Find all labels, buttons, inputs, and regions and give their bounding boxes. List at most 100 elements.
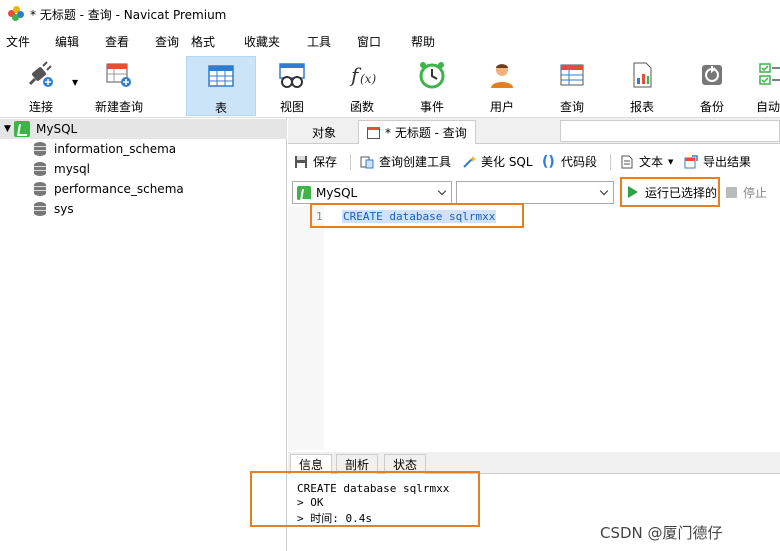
view-icon	[277, 60, 307, 90]
database-icon	[34, 202, 46, 216]
new-query-button[interactable]: 新建查询	[88, 56, 150, 116]
tree-item-label: information_schema	[54, 142, 177, 156]
beautify-sql-label: 美化 SQL	[481, 155, 533, 169]
tab-query[interactable]: * 无标题 - 查询	[358, 120, 476, 144]
query-tab-icon	[367, 126, 380, 139]
export-results-button[interactable]: 导出结果	[684, 153, 751, 170]
tree-item-label: sys	[54, 202, 74, 216]
function-button[interactable]: f (x) 函数	[332, 56, 392, 116]
new-query-label: 新建查询	[94, 100, 143, 114]
chevron-down-icon[interactable]: ▼	[72, 78, 78, 87]
report-icon	[627, 60, 657, 90]
output-line: > OK	[297, 496, 324, 509]
document-tabs: 对象 * 无标题 - 查询	[288, 118, 780, 144]
title-bar: * 无标题 - 查询 - Navicat Premium	[0, 0, 780, 28]
menu-query[interactable]: 查询	[155, 33, 179, 50]
connection-select-value: MySQL	[316, 185, 358, 200]
backup-button[interactable]: 备份	[682, 56, 742, 116]
event-button[interactable]: 事件	[402, 56, 462, 116]
tab-search-input[interactable]	[560, 120, 780, 142]
text-label: 文本	[639, 155, 664, 169]
stop-button[interactable]: 停止	[726, 184, 767, 201]
database-icon	[34, 162, 46, 176]
save-icon	[294, 155, 308, 169]
connect-label: 连接	[28, 100, 53, 114]
query-label: 查询	[559, 100, 584, 114]
event-label: 事件	[419, 100, 444, 114]
tree-item-mysql-db[interactable]: mysql	[0, 159, 287, 179]
query-toolbar: 保存 查询创建工具 美化 SQL () 代码段 文本 ▼ 导出结果	[288, 148, 780, 176]
query-builder-button[interactable]: 查询创建工具	[360, 153, 451, 170]
user-icon	[487, 60, 517, 90]
output-line: > 时间: 0.4s	[297, 512, 372, 525]
tab-objects[interactable]: 对象	[304, 120, 344, 144]
view-button[interactable]: 视图	[262, 56, 322, 116]
menu-tools[interactable]: 工具	[307, 33, 331, 50]
database-icon	[34, 182, 46, 196]
export-icon	[684, 154, 698, 169]
code-snippet-button[interactable]: () 代码段	[542, 153, 597, 170]
tree-item-performance-schema[interactable]: performance_schema	[0, 179, 287, 199]
watermark: CSDN @厦门德仔	[600, 524, 723, 542]
tree-item-mysql[interactable]: ▼ MySQL	[0, 119, 287, 139]
sql-editor[interactable]: 1 CREATE database sqlrmxx	[288, 203, 780, 450]
tree-item-label: mysql	[54, 162, 90, 176]
menu-view[interactable]: 查看	[105, 33, 129, 50]
function-label: 函数	[349, 100, 374, 114]
tree-item-information-schema[interactable]: information_schema	[0, 139, 287, 159]
toolbar-divider	[610, 154, 611, 170]
menu-help[interactable]: 帮助	[411, 33, 435, 50]
menu-format[interactable]: 格式	[191, 33, 215, 50]
query-builder-label: 查询创建工具	[379, 155, 452, 169]
main-toolbar: 连接 ▼ 新建查询 表 视图 f (x) 函数 事件 用户 查询 报表 备份 自…	[0, 54, 780, 118]
mysql-connection-icon	[14, 121, 30, 137]
connect-button[interactable]: 连接	[10, 56, 72, 116]
automation-button[interactable]: 自动	[748, 56, 780, 116]
save-button[interactable]: 保存	[294, 153, 337, 170]
table-label: 表	[214, 101, 227, 115]
menu-favorites[interactable]: 收藏夹	[244, 33, 280, 50]
backup-label: 备份	[699, 100, 724, 114]
table-button[interactable]: 表	[186, 56, 256, 116]
function-icon: f (x)	[347, 60, 377, 90]
menu-file[interactable]: 文件	[6, 33, 30, 50]
menu-edit[interactable]: 编辑	[55, 33, 79, 50]
window-title: * 无标题 - 查询 - Navicat Premium	[30, 7, 227, 22]
tree-item-label: performance_schema	[54, 182, 184, 196]
beautify-sql-button[interactable]: 美化 SQL	[462, 153, 533, 170]
backup-icon	[697, 60, 727, 90]
database-select[interactable]	[456, 181, 614, 204]
collapse-icon[interactable]: ▼	[4, 124, 14, 134]
tree-item-sys[interactable]: sys	[0, 199, 287, 219]
plug-icon	[26, 60, 56, 90]
connection-tree: ▼ MySQL information_schema mysql perform…	[0, 118, 287, 551]
view-label: 视图	[279, 100, 304, 114]
stop-label: 停止	[743, 186, 768, 200]
run-selected-label: 运行已选择的	[645, 185, 718, 200]
automation-icon	[758, 60, 780, 90]
query-builder-icon	[360, 155, 374, 169]
code-snippet-label: 代码段	[561, 155, 598, 169]
run-selected-button[interactable]: 运行已选择的	[620, 177, 720, 207]
toolbar-divider	[350, 154, 351, 170]
report-label: 报表	[629, 100, 654, 114]
chevron-down-icon: ▼	[668, 157, 674, 166]
database-icon	[34, 142, 46, 156]
connection-select[interactable]: MySQL	[292, 181, 452, 204]
menu-bar: 文件 编辑 查看 查询 格式 收藏夹 工具 窗口 帮助	[0, 30, 780, 52]
report-button[interactable]: 报表	[612, 56, 672, 116]
menu-window[interactable]: 窗口	[357, 33, 381, 50]
save-label: 保存	[313, 155, 338, 169]
chevron-down-icon	[599, 186, 609, 196]
line-number-gutter	[288, 206, 324, 450]
stop-icon	[726, 187, 737, 198]
sql-code[interactable]: CREATE database sqlrmxx	[342, 210, 497, 223]
play-icon	[628, 186, 638, 198]
chevron-down-icon	[437, 186, 447, 196]
parentheses-icon: ()	[542, 153, 555, 170]
tree-item-label: MySQL	[36, 122, 78, 136]
query-icon	[557, 60, 587, 90]
user-button[interactable]: 用户	[472, 56, 532, 116]
text-button[interactable]: 文本 ▼	[620, 153, 673, 170]
query-button[interactable]: 查询	[542, 56, 602, 116]
